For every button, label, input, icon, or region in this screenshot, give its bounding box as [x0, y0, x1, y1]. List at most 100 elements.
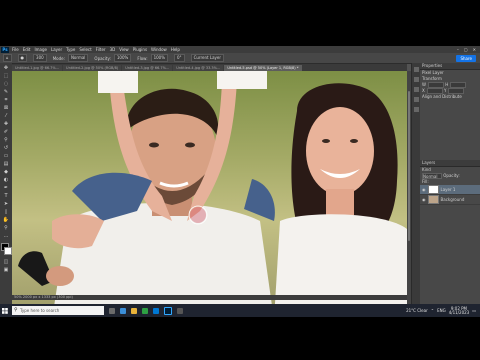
search-icon: ⚲: [14, 307, 18, 313]
maximize-button[interactable]: ▢: [464, 47, 468, 52]
clock-date: 4/11/2023: [448, 309, 470, 315]
notification-icon[interactable]: ▭: [472, 308, 476, 313]
menu-plugins[interactable]: Plugins: [133, 47, 147, 52]
scrollbar-thumb[interactable]: [408, 91, 410, 241]
screen-mode-icon[interactable]: ▣: [2, 267, 10, 274]
brush-preset-picker[interactable]: ●: [17, 54, 28, 62]
menu-window[interactable]: Window: [151, 47, 167, 52]
taskbar-clock[interactable]: 9:02 PM 4/11/2023: [448, 306, 470, 315]
color-panel-icon[interactable]: [414, 77, 419, 82]
crop-tool-icon[interactable]: ⌗: [2, 97, 10, 104]
angle-field[interactable]: 0°: [174, 54, 185, 62]
menu-type[interactable]: Type: [66, 47, 75, 52]
mode-select[interactable]: Normal: [67, 54, 89, 62]
history-panel-icon[interactable]: [414, 67, 419, 72]
lasso-tool-icon[interactable]: ◌: [2, 81, 10, 88]
brush-tool-icon[interactable]: ✐: [2, 129, 10, 136]
menu-file[interactable]: File: [12, 47, 19, 52]
path-selection-tool-icon[interactable]: ➤: [2, 201, 10, 208]
more-tools-icon[interactable]: …: [2, 233, 10, 240]
photo-people: [18, 71, 407, 320]
menu-3d[interactable]: 3D: [110, 47, 116, 52]
hand-tool-icon[interactable]: ✋: [2, 217, 10, 224]
x-label: X: [422, 88, 425, 93]
chrome-icon[interactable]: [142, 307, 148, 314]
move-tool-icon[interactable]: ✥: [2, 65, 10, 72]
opacity-label: Opacity:: [94, 55, 111, 61]
tray-arrow-icon[interactable]: ⌃: [431, 308, 434, 313]
layers-panel-title[interactable]: Layers: [420, 160, 480, 167]
taskbar-search-input[interactable]: ⚲ Type here to search: [12, 306, 104, 315]
sample-select[interactable]: Current Layer: [190, 54, 225, 62]
menu-select[interactable]: Select: [79, 47, 91, 52]
flow-field[interactable]: 100%: [150, 54, 169, 62]
zoom-tool-icon[interactable]: ⚲: [2, 225, 10, 232]
window-controls: – ▢ ✕: [457, 47, 480, 52]
menu-filter[interactable]: Filter: [96, 47, 106, 52]
share-button[interactable]: Share: [456, 54, 476, 62]
background-color-swatch[interactable]: [4, 247, 12, 255]
task-view-icon[interactable]: [109, 307, 115, 314]
eraser-tool-icon[interactable]: ▭: [2, 153, 10, 160]
eye-icon[interactable]: ◉: [422, 197, 426, 202]
close-button[interactable]: ✕: [473, 47, 476, 52]
home-icon[interactable]: ⌂: [3, 54, 12, 62]
gradient-tool-icon[interactable]: ▤: [2, 161, 10, 168]
blur-tool-icon[interactable]: ◆: [2, 169, 10, 176]
eyedropper-tool-icon[interactable]: ⁄: [2, 113, 10, 120]
swatches-panel-icon[interactable]: [414, 87, 419, 92]
layer-row[interactable]: ◉ Background: [420, 195, 480, 205]
photoshop-taskbar-icon[interactable]: [164, 306, 172, 315]
windows-start-icon[interactable]: [0, 304, 10, 317]
layer-row-selected[interactable]: ◉ Layer 1: [420, 185, 480, 195]
pen-tool-icon[interactable]: ✒: [2, 185, 10, 192]
edge-icon[interactable]: [120, 307, 126, 314]
clone-stamp-tool-icon[interactable]: ⚲: [2, 137, 10, 144]
layer-thumbnail: [427, 195, 439, 204]
menu-help[interactable]: Help: [171, 47, 180, 52]
video-letterbox-top: [0, 0, 480, 46]
properties-spacer: [420, 100, 480, 160]
history-brush-tool-icon[interactable]: ↺: [2, 145, 10, 152]
menu-image[interactable]: Image: [34, 47, 47, 52]
layer-name: Background: [440, 197, 465, 202]
eye-icon[interactable]: ◉: [422, 187, 426, 192]
marquee-tool-icon[interactable]: ⬚: [2, 73, 10, 80]
properties-panel-title[interactable]: Properties: [420, 63, 480, 70]
minimize-button[interactable]: –: [457, 47, 459, 52]
system-tray: 21°C Clear ⌃ ENG 9:02 PM 4/11/2023 ▭: [406, 306, 480, 315]
dodge-tool-icon[interactable]: ◐: [2, 177, 10, 184]
app-taskbar-icon[interactable]: [177, 307, 183, 314]
healing-brush-tool-icon[interactable]: ✚: [2, 121, 10, 128]
options-bar: ⌂ ● 300 Mode: Normal Opacity: 100% Flow:…: [0, 53, 480, 64]
menu-bar: Ps File Edit Image Layer Type Select Fil…: [0, 46, 480, 53]
layer-name: Layer 1: [440, 187, 456, 192]
document-canvas[interactable]: [12, 71, 407, 320]
document-tab-bar: Untitled-1.jpg @ 66.7%... Untitled-2.jpg…: [12, 64, 407, 71]
frame-tool-icon[interactable]: ⊠: [2, 105, 10, 112]
libraries-panel-icon[interactable]: [414, 97, 419, 102]
h-label: H: [445, 82, 449, 87]
video-letterbox-bottom: [0, 317, 480, 360]
right-panels: Properties Pixel Layer Transform W H X Y…: [420, 63, 480, 317]
language-indicator[interactable]: ENG: [437, 308, 446, 313]
mail-icon[interactable]: [153, 307, 159, 314]
windows-taskbar: ⚲ Type here to search 21°C Clear ⌃ ENG 9…: [0, 304, 480, 317]
layer-thumbnail: [427, 185, 439, 194]
search-placeholder: Type here to search: [20, 308, 60, 313]
menu-view[interactable]: View: [119, 47, 129, 52]
menu-layer[interactable]: Layer: [51, 47, 62, 52]
w-label: W: [422, 82, 426, 87]
quick-mask-icon[interactable]: ◫: [2, 259, 10, 266]
quick-select-tool-icon[interactable]: ✎: [2, 89, 10, 96]
kind-filter-label[interactable]: Kind: [422, 167, 431, 172]
rectangle-tool-icon[interactable]: ▯: [2, 209, 10, 216]
opacity-field[interactable]: 100%: [113, 54, 132, 62]
file-explorer-icon[interactable]: [131, 307, 137, 314]
brush-size-field[interactable]: 300: [33, 54, 47, 62]
weather-widget[interactable]: 21°C Clear: [406, 308, 428, 313]
photoshop-window: Ps File Edit Image Layer Type Select Fil…: [0, 46, 480, 320]
adjustments-panel-icon[interactable]: [414, 107, 419, 112]
type-tool-icon[interactable]: T: [2, 193, 10, 200]
menu-edit[interactable]: Edit: [23, 47, 31, 52]
